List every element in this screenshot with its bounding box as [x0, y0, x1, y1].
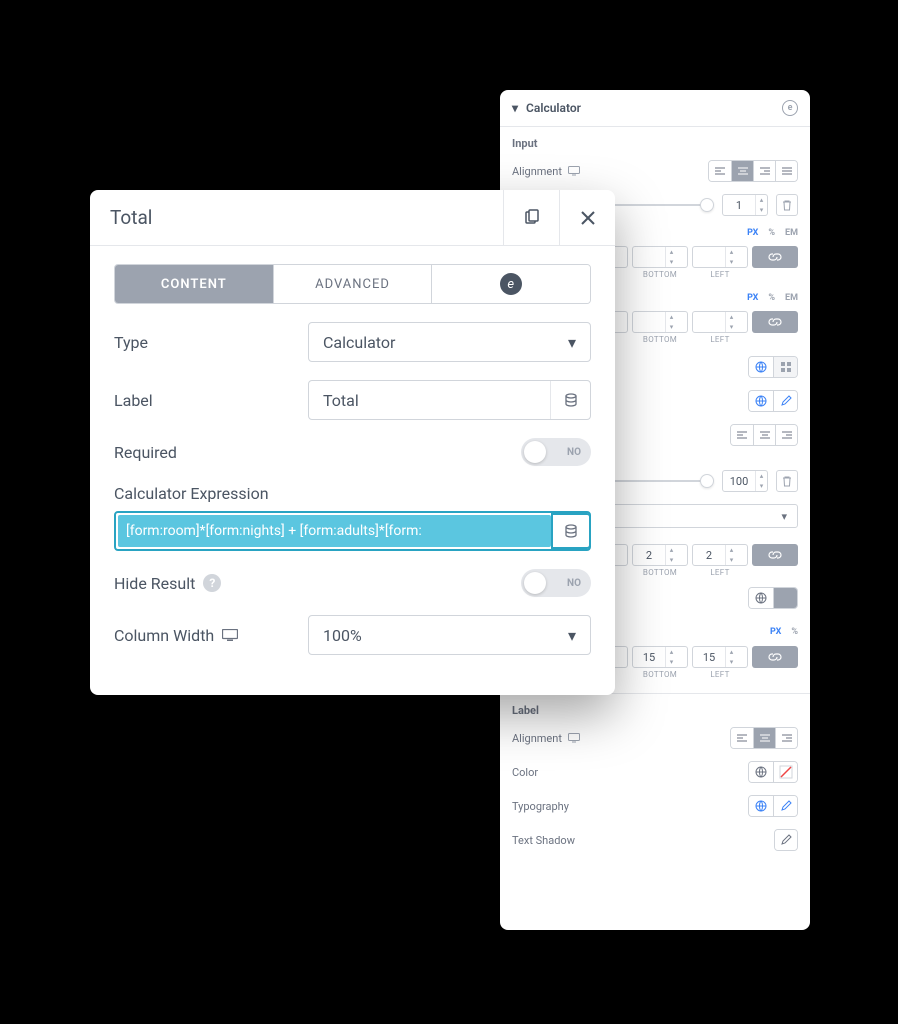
hide-result-label: Hide Result ? [114, 574, 294, 593]
type-label: Type [114, 333, 294, 352]
globe-icon[interactable] [749, 357, 773, 377]
pair-globe-grid [748, 356, 798, 378]
label-alignment-row: Alignment [500, 721, 810, 755]
column-width-select[interactable]: 100% ▾ [308, 615, 591, 655]
slider-1-value[interactable]: ▴▾ [722, 194, 768, 216]
tab-brand[interactable]: e [431, 265, 590, 303]
panel-header[interactable]: ▾ Calculator e [500, 90, 810, 127]
no-color-icon[interactable] [773, 762, 797, 782]
pencil-icon[interactable] [773, 391, 797, 411]
expression-section: Calculator Expression [114, 484, 591, 551]
required-row: Required NO [114, 438, 591, 466]
device-icon [568, 166, 580, 176]
expression-input-wrap [114, 511, 591, 551]
globe-icon[interactable] [749, 762, 773, 782]
reset-button[interactable] [776, 470, 798, 492]
caret-down-icon: ▾ [568, 333, 576, 352]
alignment-row: Alignment [500, 154, 810, 188]
field-editor-modal: Total CONTENT ADVANCED e Type Calculator… [90, 190, 615, 695]
globe-icon[interactable] [749, 796, 773, 816]
toggle-knob [524, 572, 546, 594]
expression-label: Calculator Expression [114, 484, 591, 503]
type-row: Type Calculator ▾ [114, 322, 591, 362]
device-icon [568, 733, 580, 743]
globe-icon[interactable] [749, 391, 773, 411]
section-label-title: Label [500, 694, 810, 721]
slider-thumb[interactable] [700, 474, 714, 488]
dynamic-tags-button[interactable] [550, 381, 590, 419]
label-input[interactable] [309, 391, 550, 410]
label-color-row: Color [500, 755, 810, 789]
unit-px[interactable]: PX [747, 228, 758, 238]
align-justify-button[interactable] [775, 161, 797, 181]
slider-2-value[interactable]: ▴▾ [722, 470, 768, 492]
duplicate-button[interactable] [503, 190, 559, 245]
tab-advanced[interactable]: ADVANCED [273, 265, 432, 303]
tabs: CONTENT ADVANCED e [114, 264, 591, 304]
required-label: Required [114, 443, 294, 462]
pair-globe-pencil [748, 390, 798, 412]
align-center-button[interactable] [731, 161, 753, 181]
align-left-button[interactable] [709, 161, 731, 181]
globe-icon[interactable] [749, 588, 773, 608]
expression-input[interactable] [118, 515, 551, 547]
color-swatch-pair [748, 587, 798, 609]
modal-header: Total [90, 190, 615, 246]
caret-down-icon: ▾ [781, 510, 787, 523]
alignment-label: Alignment [512, 165, 562, 178]
panel-title: Calculator [526, 101, 581, 115]
tab-content[interactable]: CONTENT [115, 265, 273, 303]
toggle-knob [524, 441, 546, 463]
align-right-button[interactable] [753, 161, 775, 181]
help-icon[interactable]: ? [203, 574, 221, 592]
label-label: Label [114, 391, 294, 410]
modal-title: Total [90, 190, 503, 245]
link-values-button[interactable] [752, 311, 798, 333]
label-alignment-segmented [730, 727, 798, 749]
slider-thumb[interactable] [700, 198, 714, 212]
column-width-label: Column Width [114, 626, 294, 645]
unit-em[interactable]: EM [785, 228, 798, 238]
reset-button[interactable] [776, 194, 798, 216]
link-values-button[interactable] [752, 246, 798, 268]
label-typography-row: Typography [500, 789, 810, 823]
alignment-segmented [708, 160, 798, 182]
unit-pct[interactable]: % [768, 228, 775, 238]
label-text-shadow-row: Text Shadow [500, 823, 810, 857]
caret-down-icon: ▾ [512, 101, 518, 115]
text-align-segmented [730, 424, 798, 446]
dynamic-tags-button[interactable] [551, 513, 591, 549]
required-toggle[interactable]: NO [521, 438, 591, 466]
type-select[interactable]: Calculator ▾ [308, 322, 591, 362]
color-swatch[interactable] [773, 588, 797, 608]
column-width-row: Column Width 100% ▾ [114, 615, 591, 655]
label-row: Label [114, 380, 591, 420]
hide-result-row: Hide Result ? NO [114, 569, 591, 597]
section-input-title: Input [500, 127, 810, 154]
brand-icon: e [500, 273, 522, 295]
label-input-wrap [308, 380, 591, 420]
pencil-icon[interactable] [775, 830, 797, 850]
grid-icon[interactable] [773, 357, 797, 377]
hide-result-toggle[interactable]: NO [521, 569, 591, 597]
caret-down-icon: ▾ [568, 626, 576, 645]
link-values-button[interactable] [752, 646, 798, 668]
pencil-icon[interactable] [773, 796, 797, 816]
link-values-button[interactable] [752, 544, 798, 566]
close-button[interactable] [559, 190, 615, 245]
brand-icon: e [782, 100, 798, 116]
device-icon [222, 629, 238, 642]
